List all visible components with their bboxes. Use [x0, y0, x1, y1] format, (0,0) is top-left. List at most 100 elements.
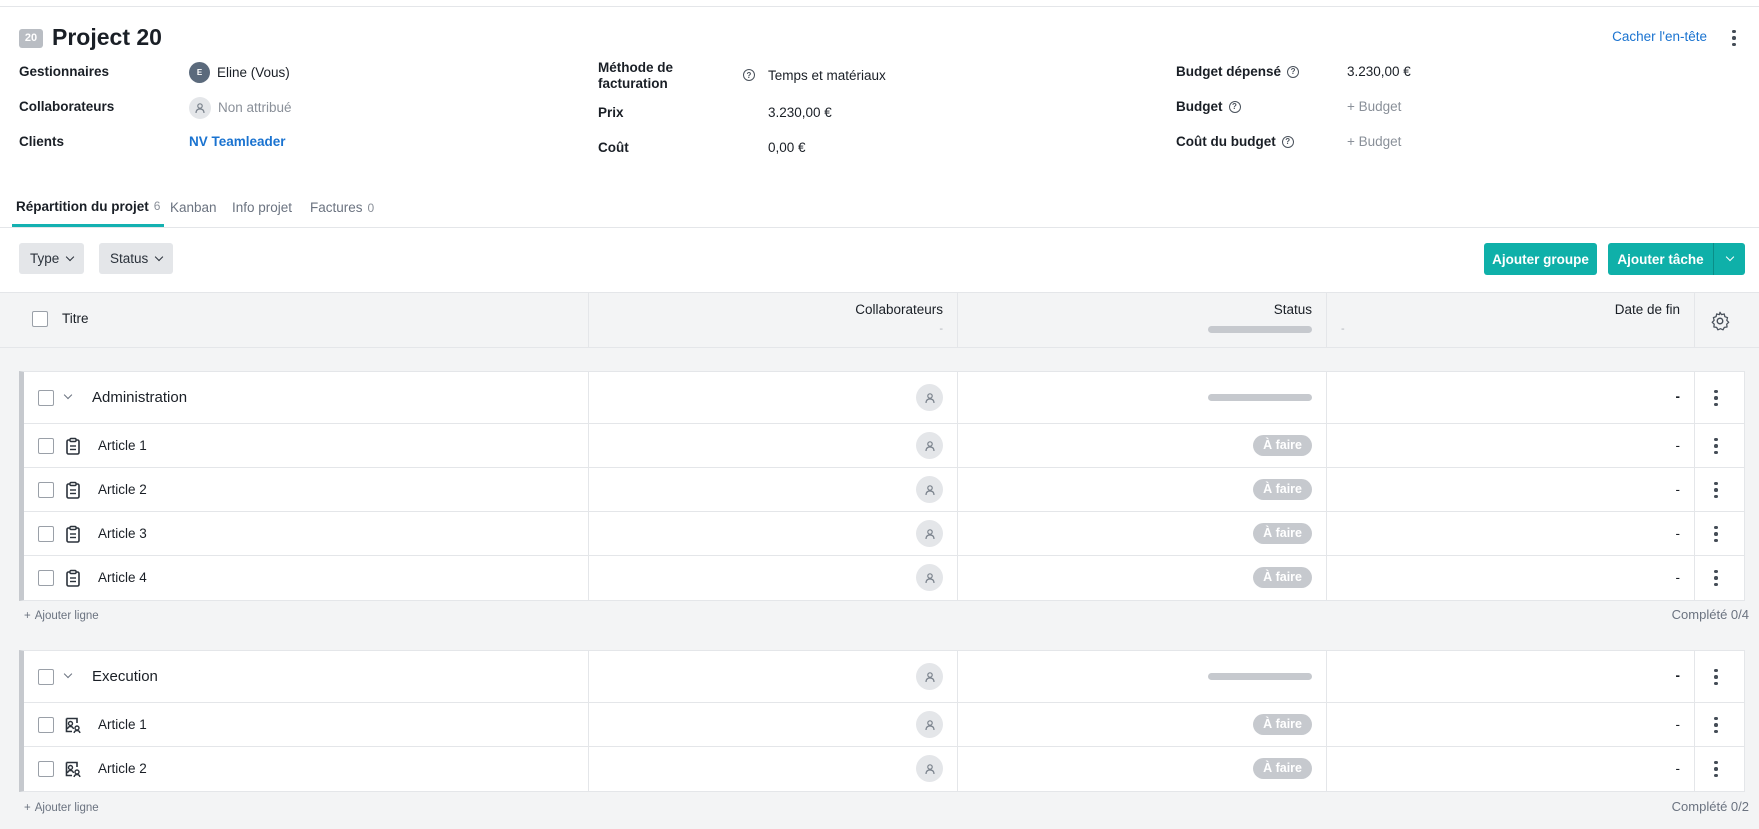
row-end-date[interactable]: - [1676, 482, 1681, 497]
add-budget-button[interactable]: + Budget [1347, 99, 1401, 115]
add-line-button[interactable]: + Ajouter ligne [24, 610, 99, 622]
group-title[interactable]: Administration [92, 389, 187, 406]
row-checkbox[interactable] [38, 438, 54, 454]
row-title[interactable]: Article 3 [98, 526, 147, 541]
managers-name: Eline (Vous) [217, 64, 290, 80]
row-title[interactable]: Article 2 [98, 761, 147, 776]
row-collaborators-cell [589, 468, 958, 511]
group-end-date-cell: - [1327, 372, 1695, 423]
add-line-button[interactable]: + Ajouter ligne [24, 802, 99, 814]
row-checkbox[interactable] [38, 570, 54, 586]
add-group-button[interactable]: Ajouter groupe [1484, 243, 1597, 275]
status-badge[interactable]: À faire [1253, 523, 1312, 544]
add-task-button[interactable]: Ajouter tâche [1608, 243, 1713, 275]
row-more-icon[interactable] [1708, 714, 1724, 736]
row-end-date[interactable]: - [1676, 570, 1681, 585]
row-title[interactable]: Article 1 [98, 438, 147, 453]
column-status-header[interactable]: Status [958, 293, 1327, 348]
select-all-checkbox[interactable] [32, 311, 48, 327]
column-title-header: Titre [0, 293, 589, 348]
gear-icon[interactable] [1709, 310, 1733, 334]
row-end-date[interactable]: - [1676, 717, 1681, 732]
table-row[interactable]: Article 3 À faire - [24, 512, 1745, 556]
type-filter-button[interactable]: Type [19, 243, 85, 274]
row-checkbox[interactable] [38, 717, 54, 733]
row-title[interactable]: Article 1 [98, 717, 147, 732]
group-header-row[interactable]: Administration - [24, 372, 1745, 424]
status-badge[interactable]: À faire [1253, 479, 1312, 500]
person-icon[interactable] [916, 432, 943, 459]
status-badge[interactable]: À faire [1253, 758, 1312, 779]
group-checkbox[interactable] [38, 669, 54, 685]
chevron-down-icon[interactable] [63, 669, 73, 679]
person-icon[interactable] [916, 384, 943, 411]
row-more-icon[interactable] [1708, 666, 1724, 688]
cost-value: 0,00 € [768, 140, 806, 155]
row-end-date-cell: - [1327, 703, 1695, 746]
price-value: 3.230,00 € [768, 105, 832, 120]
person-icon[interactable] [916, 520, 943, 547]
person-icon[interactable] [916, 663, 943, 690]
help-icon[interactable]: ? [743, 69, 755, 81]
table-row[interactable]: Article 2 À faire - [24, 468, 1745, 512]
group-checkbox[interactable] [38, 390, 54, 406]
tab-label: Répartition du projet [16, 198, 149, 214]
row-more-icon[interactable] [1708, 758, 1724, 780]
row-title[interactable]: Article 4 [98, 570, 147, 585]
collaborators-value[interactable]: Non attribué [189, 97, 292, 119]
column-title-label: Titre [62, 311, 89, 326]
tab-label: Info projet [232, 200, 293, 215]
row-end-date[interactable]: - [1676, 761, 1681, 776]
row-checkbox[interactable] [38, 482, 54, 498]
add-task-dropdown-button[interactable] [1713, 243, 1745, 275]
row-checkbox[interactable] [38, 761, 54, 777]
table-row[interactable]: Article 1 À faire - [24, 424, 1745, 468]
status-filter-button[interactable]: Status [99, 243, 174, 274]
row-more-icon[interactable] [1708, 435, 1724, 457]
group-header-row[interactable]: Execution - [24, 651, 1745, 703]
help-icon[interactable]: ? [1228, 101, 1241, 114]
tab-project-breakdown[interactable]: Répartition du projet 6 [12, 188, 165, 227]
managers-value[interactable]: E Eline (Vous) [189, 62, 290, 83]
clients-link[interactable]: NV Teamleader [189, 134, 286, 150]
table-row[interactable]: Article 1 À faire - [24, 703, 1745, 747]
tab-project-info[interactable]: Info projet [232, 188, 292, 227]
person-icon[interactable] [916, 564, 943, 591]
group-title-cell: Execution [24, 651, 589, 702]
row-more-icon[interactable] [1708, 479, 1724, 501]
status-badge[interactable]: À faire [1253, 435, 1312, 456]
help-icon[interactable]: ? [1281, 136, 1294, 149]
group-title[interactable]: Execution [92, 668, 158, 685]
page-title: Project 20 [52, 24, 162, 50]
add-budget-cost-button[interactable]: + Budget [1347, 134, 1401, 150]
person-icon[interactable] [916, 755, 943, 782]
table-row[interactable]: Article 2 À faire - [24, 747, 1745, 791]
help-icon[interactable]: ? [1287, 66, 1300, 79]
table-row[interactable]: Article 4 À faire - [24, 556, 1745, 600]
row-more-icon[interactable] [1708, 523, 1724, 545]
group-completion: Complété 0/2 [1671, 799, 1749, 814]
status-badge[interactable]: À faire [1253, 714, 1312, 735]
person-icon[interactable] [916, 476, 943, 503]
row-collaborators-cell [589, 556, 958, 600]
billing-method-value[interactable]: Temps et matériaux [768, 68, 886, 84]
column-collaborators-header[interactable]: Collaborateurs - [589, 293, 958, 348]
row-more-icon[interactable] [1708, 567, 1724, 589]
hide-header-link[interactable]: Cacher l'en-tête [1612, 29, 1707, 44]
row-end-date[interactable]: - [1676, 526, 1681, 541]
tab-kanban[interactable]: Kanban [170, 188, 217, 227]
more-options-icon[interactable] [1727, 27, 1741, 49]
row-checkbox[interactable] [38, 526, 54, 542]
column-end-date-header[interactable]: Date de fin - [1327, 293, 1695, 348]
group-end-date[interactable]: - [1676, 389, 1681, 404]
group-end-date[interactable]: - [1676, 668, 1681, 683]
row-end-date[interactable]: - [1676, 438, 1681, 453]
person-icon[interactable] [916, 711, 943, 738]
tab-invoices[interactable]: Factures 0 [310, 188, 374, 227]
plus-icon: + [24, 802, 31, 814]
row-end-date-cell: - [1327, 424, 1695, 467]
row-more-icon[interactable] [1708, 387, 1724, 409]
status-badge[interactable]: À faire [1253, 567, 1312, 588]
row-title[interactable]: Article 2 [98, 482, 147, 497]
chevron-down-icon[interactable] [63, 390, 73, 400]
